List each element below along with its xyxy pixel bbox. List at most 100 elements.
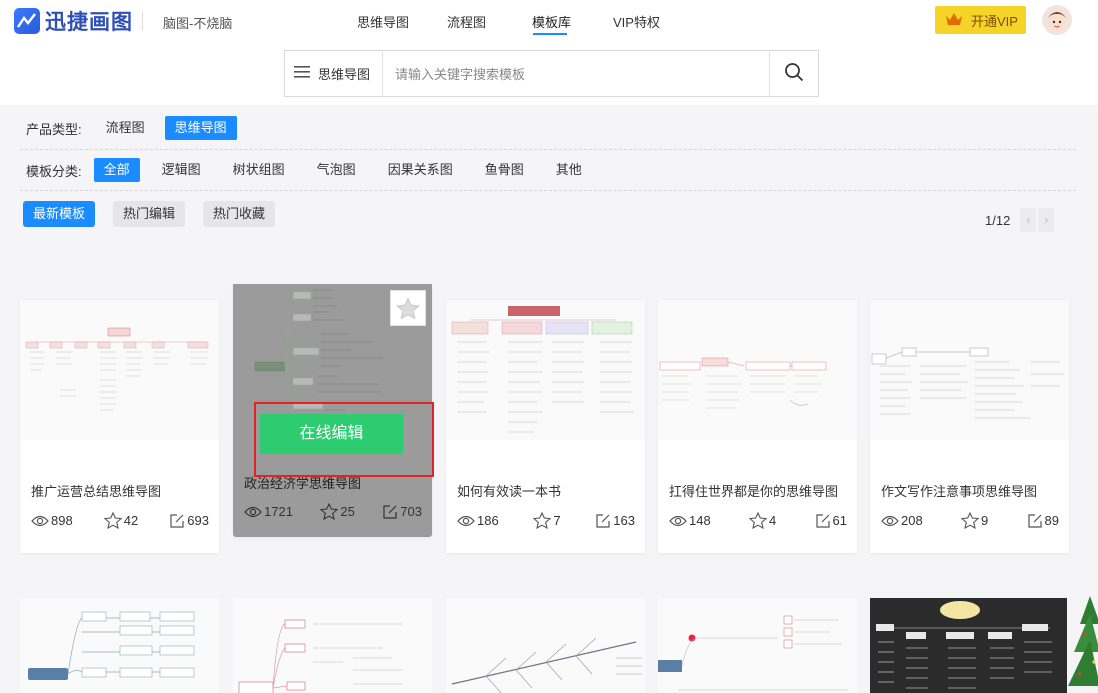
category-tree[interactable]: 树状组图 [223,158,295,182]
template-thumbnail [233,598,432,693]
highlight-annotation-box [254,402,434,477]
template-card[interactable] [233,598,432,693]
template-card[interactable]: 如何有效读一本书 186 7 163 [446,300,645,553]
category-cause-effect[interactable]: 因果关系图 [378,158,463,182]
pagination: 1/12 ‹ › [985,208,1055,232]
star-count: 42 [103,512,138,529]
eye-icon [881,515,899,526]
template-stats: 1721 25 703 [244,503,422,520]
template-title: 扛得住世界都是你的思维导图 [669,484,839,499]
product-type-label: 产品类型: [26,121,82,137]
template-thumbnail [870,598,1067,693]
sort-tabs: 最新模板 热门编辑 热门收藏 [23,201,295,227]
sort-newest[interactable]: 最新模板 [23,201,96,227]
edit-count: 693 [169,512,209,529]
search-input[interactable] [395,63,755,85]
eye-icon [669,515,687,526]
nav-mindmap[interactable]: 思维导图 [357,12,409,31]
eye-icon [244,506,262,517]
template-stats: 148 4 61 [669,512,847,529]
view-count: 898 [31,512,73,529]
top-header: 迅捷画图 脑图-不烧脑 思维导图 流程图 模板库 VIP特权 开通VIP [0,0,1098,48]
template-category-filter: 模板分类: 全部 逻辑图 树状组图 气泡图 因果关系图 鱼骨图 其他 [26,158,604,182]
vip-crown-icon [945,12,963,29]
view-count: 186 [457,512,499,529]
christmas-tree-decoration [1068,596,1098,686]
menu-icon [294,66,310,81]
slogan: 脑图-不烧脑 [163,16,233,31]
template-title: 推广运营总结思维导图 [31,484,162,499]
edit-count: 703 [382,503,422,520]
header-divider [142,12,143,30]
edit-icon [815,513,830,528]
page-indicator: 1/12 [985,212,1011,228]
star-count: 7 [533,512,561,529]
edit-icon [383,504,397,519]
view-count: 208 [881,512,923,529]
category-fishbone[interactable]: 鱼骨图 [475,158,534,182]
template-card[interactable] [658,598,857,693]
sort-hot-favorite[interactable]: 热门收藏 [203,201,276,227]
favorite-button[interactable] [390,290,426,326]
template-thumbnail [20,300,219,440]
template-card[interactable]: 扛得住世界都是你的思维导图 148 4 61 [658,300,857,553]
product-type-filter: 产品类型: 流程图 思维导图 [26,116,249,140]
star-icon [320,503,339,520]
star-icon [396,296,420,320]
next-page-button[interactable]: › [1038,208,1055,232]
edit-count: 89 [1027,512,1059,529]
nav-vip-privileges[interactable]: VIP特权 [613,12,660,31]
product-type-mindmap[interactable]: 思维导图 [164,116,237,140]
template-thumbnail [446,598,645,693]
edit-icon [170,513,184,528]
template-title: 如何有效读一本书 [457,484,562,499]
template-card[interactable] [446,598,645,693]
divider [20,190,1076,191]
edit-icon [596,513,610,528]
edit-count: 163 [595,512,635,529]
logo[interactable]: 迅捷画图 [14,6,133,36]
template-thumbnail [658,300,857,440]
template-card[interactable] [870,598,1067,693]
template-thumbnail [658,598,857,693]
logo-text: 迅捷画图 [45,11,133,34]
star-count: 9 [961,512,988,529]
category-other[interactable]: 其他 [546,158,592,182]
divider [20,149,1076,150]
star-icon [961,512,979,529]
search-icon [784,62,804,85]
star-icon [103,512,122,529]
product-type-flowchart[interactable]: 流程图 [96,116,155,140]
category-bubble[interactable]: 气泡图 [307,158,366,182]
star-icon [749,512,767,529]
open-vip-button[interactable]: 开通VIP [935,6,1026,34]
active-nav-indicator [533,33,567,35]
star-count: 25 [320,503,355,520]
template-thumbnail [870,300,1069,440]
template-title: 作文写作注意事项思维导图 [881,484,1038,499]
template-card[interactable] [20,598,219,693]
logo-icon [14,8,40,34]
edit-count: 61 [815,512,847,529]
view-count: 148 [669,512,711,529]
search-category-dropdown[interactable]: 思维导图 [285,51,383,96]
template-card[interactable]: 推广运营总结思维导图 898 42 693 [20,300,219,553]
user-avatar[interactable] [1042,5,1072,35]
sort-hot-edit[interactable]: 热门编辑 [113,201,186,227]
category-logic[interactable]: 逻辑图 [152,158,211,182]
nav-flowchart[interactable]: 流程图 [447,12,486,31]
template-card[interactable]: 作文写作注意事项思维导图 208 9 89 [870,300,1069,553]
star-count: 4 [749,512,776,529]
template-stats: 208 9 89 [881,512,1059,529]
star-icon [533,512,552,529]
eye-icon [31,515,49,526]
template-stats: 898 42 693 [31,512,209,529]
search-category-label: 思维导图 [318,67,371,82]
search-button[interactable] [769,51,818,96]
nav-template-library[interactable]: 模板库 [532,12,571,31]
category-all[interactable]: 全部 [93,158,140,182]
vip-label: 开通VIP [971,13,1018,29]
prev-page-button[interactable]: ‹ [1020,208,1037,232]
view-count: 1721 [244,503,293,520]
edit-icon [1027,513,1042,528]
